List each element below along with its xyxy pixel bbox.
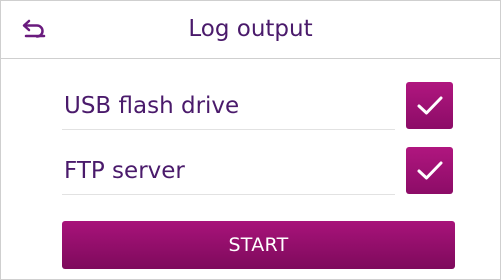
checkmark-icon	[417, 161, 443, 180]
option-row-usb: USB flash drive	[62, 85, 395, 130]
option-row-ftp: FTP server	[62, 150, 395, 195]
option-label-usb: USB flash drive	[64, 93, 240, 119]
checkmark-icon	[417, 96, 443, 115]
log-output-screen: Log output USB flash drive FTP server ST…	[0, 0, 501, 280]
page-title: Log output	[188, 16, 313, 42]
option-label-ftp: FTP server	[64, 158, 185, 184]
start-button[interactable]: START	[62, 221, 455, 269]
usb-flash-drive-checkbox[interactable]	[406, 82, 453, 129]
ftp-server-checkbox[interactable]	[406, 147, 453, 194]
header-bar: Log output	[1, 1, 500, 59]
